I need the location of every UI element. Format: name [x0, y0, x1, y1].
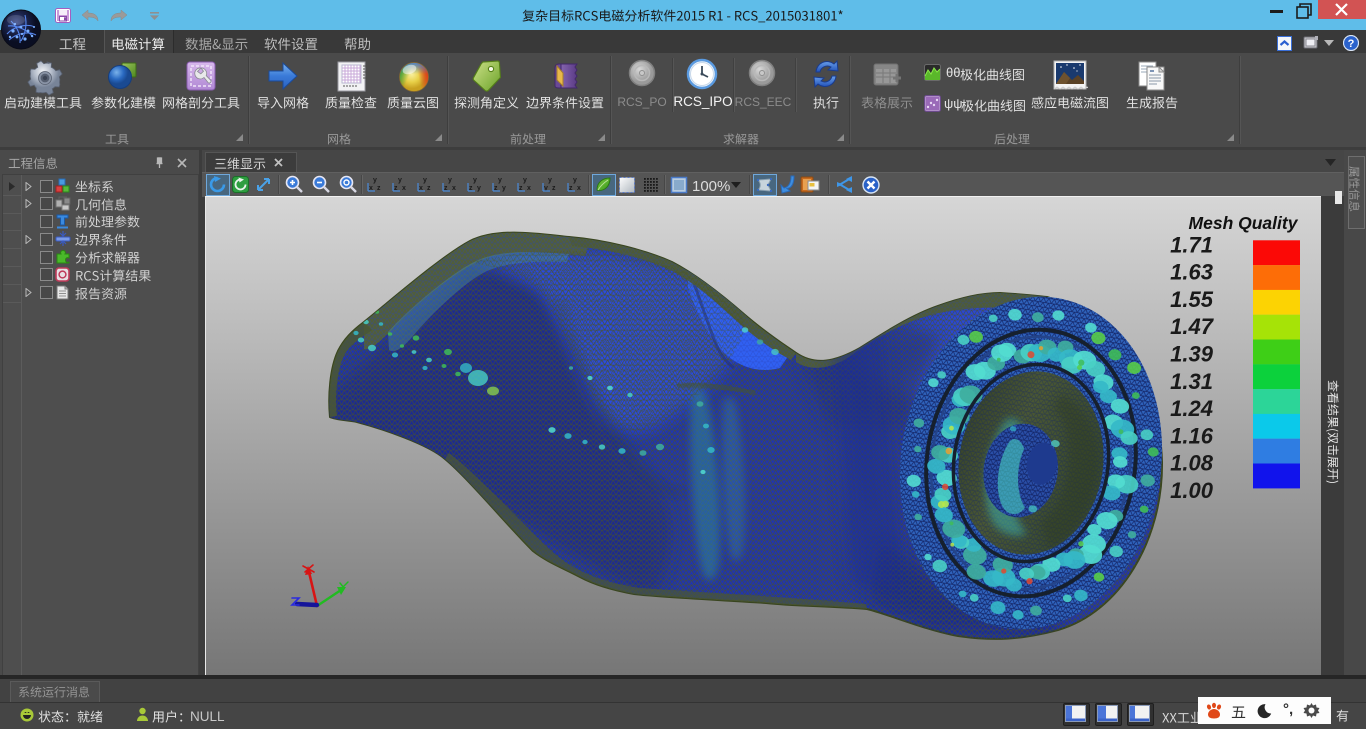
svg-text:Mesh Quality: Mesh Quality [1189, 213, 1299, 233]
svg-text:y: y [473, 177, 477, 184]
svg-text:1.24: 1.24 [1170, 396, 1213, 421]
svg-text:z: z [552, 185, 556, 192]
svg-text:x: x [402, 185, 406, 192]
svg-text:y: y [423, 177, 427, 184]
svg-text:y: y [448, 177, 452, 184]
svg-text:y: y [498, 177, 502, 184]
svg-text:1.39: 1.39 [1170, 342, 1214, 367]
svg-text:x: x [577, 185, 581, 192]
svg-text:y: y [548, 177, 552, 184]
svg-text:1.47: 1.47 [1170, 314, 1215, 339]
svg-text:1.55: 1.55 [1170, 287, 1214, 312]
svg-text:1.63: 1.63 [1170, 260, 1213, 285]
svg-text:1.08: 1.08 [1170, 451, 1214, 476]
svg-text:x: x [452, 185, 456, 192]
svg-text:y: y [502, 185, 506, 192]
svg-text:y: y [477, 185, 481, 192]
svg-text:1.71: 1.71 [1170, 232, 1213, 257]
svg-text:1.31: 1.31 [1170, 369, 1213, 394]
svg-text:z: z [377, 185, 381, 192]
svg-text:z: z [427, 185, 431, 192]
svg-text:1.00: 1.00 [1170, 478, 1214, 503]
svg-text:y: y [373, 177, 377, 184]
svg-text:x: x [527, 185, 531, 192]
svg-text:1.16: 1.16 [1170, 423, 1214, 448]
svg-text:?: ? [1348, 38, 1355, 50]
svg-text:y: y [398, 177, 402, 184]
svg-text:y: y [573, 177, 577, 184]
svg-text:y: y [523, 177, 527, 184]
